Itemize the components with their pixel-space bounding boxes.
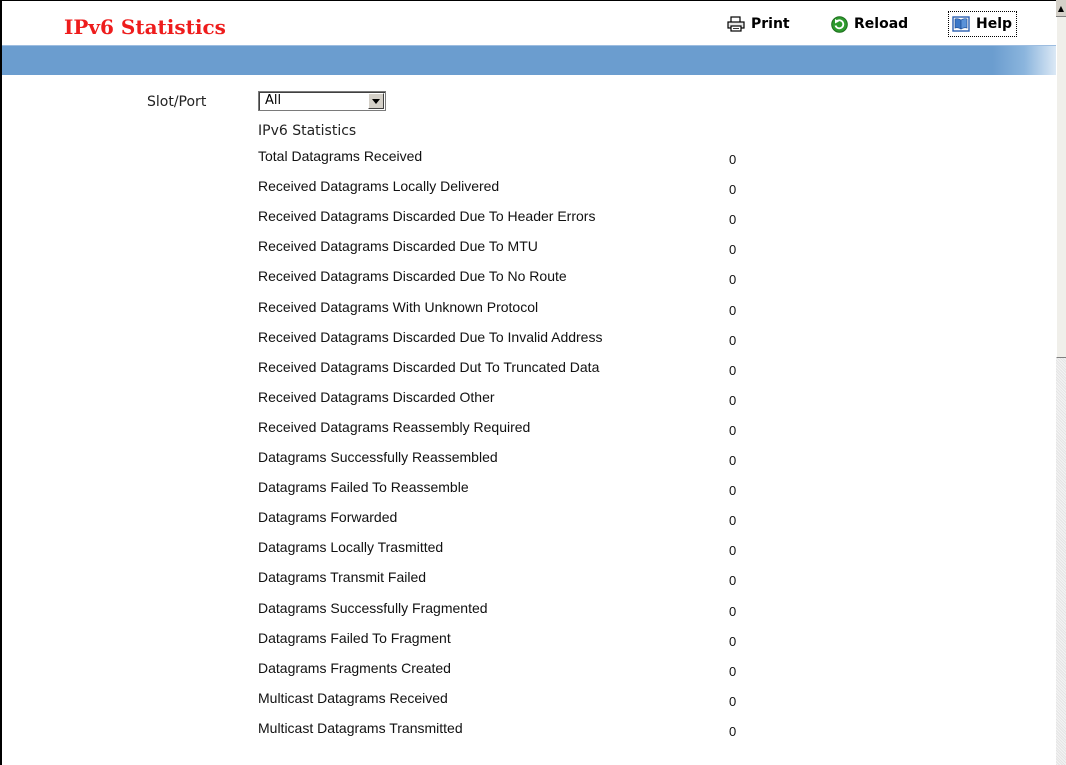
page-header: IPv6 Statistics Print Reload Help: [2, 1, 1056, 45]
stat-row: Received Datagrams Reassembly Required 0: [0, 419, 1056, 449]
stat-label: Total Datagrams Received: [258, 148, 423, 164]
title-bar: [2, 46, 1056, 75]
stat-row: Datagrams Fragments Created 0: [0, 660, 1056, 690]
stat-row: Datagrams Successfully Fragmented 0: [0, 600, 1056, 630]
chevron-down-icon[interactable]: [368, 93, 384, 109]
stat-label: Datagrams Failed To Reassemble: [258, 479, 469, 496]
stat-value: 0: [729, 362, 737, 378]
stat-row: Datagrams Failed To Reassemble 0: [0, 479, 1056, 509]
stat-row: Received Datagrams With Unknown Protocol…: [0, 299, 1056, 329]
stat-value: 0: [729, 152, 737, 167]
stat-value: 0: [729, 513, 737, 529]
stat-label: Received Datagrams Discarded Due To Inva…: [258, 328, 603, 345]
stat-value: 0: [729, 603, 737, 619]
reload-label: Reload: [854, 16, 909, 32]
slot-port-selected-value: All: [265, 93, 282, 108]
stat-label: Datagrams Successfully Fragmented: [258, 599, 488, 616]
stat-value: 0: [729, 272, 737, 288]
stat-label: Received Datagrams Discarded Due To Head…: [258, 208, 596, 225]
page-title: IPv6 Statistics: [64, 15, 226, 39]
stat-label: Datagrams Successfully Reassembled: [258, 449, 498, 465]
stat-value: 0: [729, 723, 737, 739]
stat-row: Datagrams Successfully Reassembled 0: [0, 449, 1056, 479]
stat-row: Datagrams Forwarded 0: [0, 509, 1056, 539]
stat-label: Received Datagrams Discarded Dut To Trun…: [258, 358, 600, 375]
scroll-thumb[interactable]: [1056, 17, 1066, 358]
stat-value: 0: [729, 392, 737, 408]
stat-value: 0: [729, 543, 737, 559]
stat-label: Received Datagrams Reassembly Required: [258, 418, 531, 435]
stat-value: 0: [729, 453, 737, 468]
help-book-icon: [952, 16, 970, 32]
help-label: Help: [976, 16, 1013, 32]
stat-value: 0: [729, 302, 737, 318]
stat-row: Total Datagrams Received 0: [0, 148, 1056, 178]
stat-label: Received Datagrams Discarded Due To MTU: [258, 238, 538, 255]
stat-value: 0: [729, 242, 737, 258]
stat-row: Received Datagrams Locally Delivered 0: [0, 178, 1056, 208]
stat-row: Received Datagrams Discarded Dut To Trun…: [0, 359, 1056, 389]
stat-label: Multicast Datagrams Received: [258, 689, 448, 706]
stat-value: 0: [729, 573, 737, 589]
stat-label: Datagrams Fragments Created: [258, 659, 451, 676]
stat-label: Received Datagrams Locally Delivered: [258, 178, 500, 195]
stat-label: Received Datagrams With Unknown Protocol: [258, 298, 539, 315]
stat-row: Received Datagrams Discarded Due To MTU 0: [0, 238, 1056, 268]
stat-label: Multicast Datagrams Transmitted: [258, 719, 463, 736]
stat-row: Received Datagrams Discarded Due To No R…: [0, 268, 1056, 298]
stat-value: 0: [729, 422, 737, 438]
stat-value: 0: [729, 212, 737, 228]
reload-button[interactable]: Reload: [831, 11, 908, 37]
stat-value: 0: [729, 332, 737, 348]
stat-row: Datagrams Failed To Fragment 0: [0, 630, 1056, 660]
stat-value: 0: [729, 182, 737, 198]
help-button[interactable]: Help: [948, 11, 1018, 37]
stat-row: Received Datagrams Discarded Due To Inva…: [0, 329, 1056, 359]
print-button[interactable]: Print: [727, 11, 790, 37]
stat-label: Received Datagrams Discarded Other: [258, 388, 495, 405]
stat-value: 0: [729, 483, 737, 499]
stat-label: Datagrams Locally Trasmitted: [258, 539, 444, 556]
stat-row: Received Datagrams Discarded Other 0: [0, 389, 1056, 419]
stat-row: Multicast Datagrams Transmitted 0: [0, 720, 1056, 750]
stat-label: Received Datagrams Discarded Due To No R…: [258, 268, 567, 285]
stat-value: 0: [729, 633, 737, 649]
vertical-scrollbar[interactable]: ▲: [1056, 0, 1066, 765]
stat-value: 0: [729, 693, 737, 709]
section-title: IPv6 Statistics: [258, 123, 357, 139]
stat-row: Multicast Datagrams Received 0: [0, 690, 1056, 720]
print-label: Print: [751, 16, 790, 32]
stat-label: Datagrams Forwarded: [258, 509, 398, 526]
stat-value: 0: [729, 663, 737, 679]
printer-icon: [727, 16, 745, 32]
stat-label: Datagrams Transmit Failed: [258, 569, 427, 586]
scroll-up-icon[interactable]: ▲: [1056, 0, 1066, 17]
stat-row: Datagrams Transmit Failed 0: [0, 569, 1056, 599]
stat-row: Received Datagrams Discarded Due To Head…: [0, 208, 1056, 238]
reload-icon: [831, 15, 848, 33]
stat-row: Datagrams Locally Trasmitted 0: [0, 539, 1056, 569]
slot-port-label: Slot/Port: [147, 94, 207, 110]
stat-label: Datagrams Failed To Fragment: [258, 629, 451, 646]
slot-port-select[interactable]: All: [258, 91, 386, 111]
